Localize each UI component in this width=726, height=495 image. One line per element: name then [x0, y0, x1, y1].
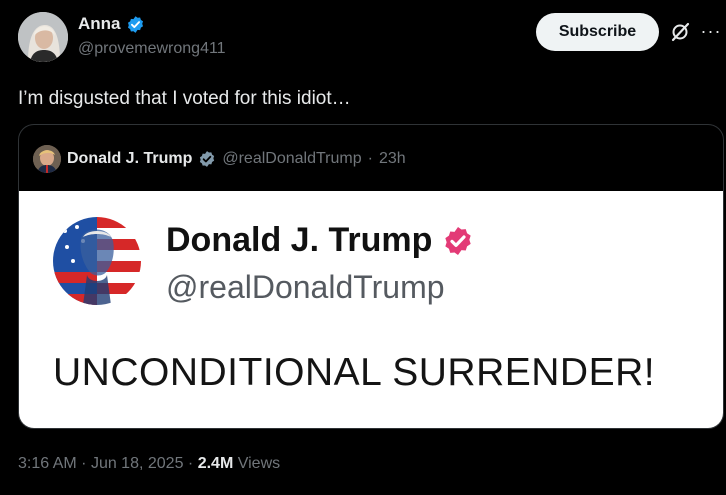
- post-meta: 3:16 AM · Jun 18, 2025 · 2.4M Views: [18, 455, 280, 473]
- views-label[interactable]: Views: [238, 455, 280, 472]
- image-author-avatar: [53, 217, 141, 305]
- post-text: I’m disgusted that I voted for this idio…: [18, 88, 351, 109]
- quoted-verified-badge-icon: [198, 150, 216, 168]
- post-date[interactable]: Jun 18, 2025: [91, 455, 184, 472]
- image-author-name: Donald J. Trump: [166, 221, 433, 259]
- image-verified-badge-icon: [442, 225, 474, 257]
- subscribe-button[interactable]: Subscribe: [536, 13, 659, 51]
- verified-badge-icon: [126, 15, 145, 34]
- author-handle[interactable]: @provemewrong411: [78, 40, 226, 58]
- quoted-post-card[interactable]: Donald J. Trump @realDonaldTrump · 23h D…: [18, 124, 724, 429]
- quoted-timestamp[interactable]: 23h: [379, 150, 406, 168]
- views-count[interactable]: 2.4M: [198, 455, 234, 472]
- author-avatar[interactable]: [18, 12, 68, 62]
- author-name-row[interactable]: Anna: [78, 14, 145, 34]
- quoted-author-avatar[interactable]: [33, 145, 61, 173]
- quoted-author-name[interactable]: Donald J. Trump: [67, 150, 192, 168]
- image-post-text: UNCONDITIONAL SURRENDER!: [53, 351, 656, 394]
- quoted-post-image[interactable]: Donald J. Trump @realDonaldTrump UNCONDI…: [19, 191, 723, 428]
- image-author-handle: @realDonaldTrump: [166, 269, 445, 305]
- more-icon[interactable]: ···: [700, 20, 722, 42]
- grok-icon[interactable]: [669, 21, 691, 43]
- post-time[interactable]: 3:16 AM: [18, 455, 77, 472]
- author-display-name[interactable]: Anna: [78, 14, 121, 34]
- image-name-row: Donald J. Trump: [166, 221, 474, 260]
- quoted-post-header: Donald J. Trump @realDonaldTrump · 23h: [33, 145, 406, 173]
- quoted-separator: ·: [367, 150, 373, 167]
- meta-separator: ·: [187, 455, 194, 472]
- quoted-author-handle[interactable]: @realDonaldTrump: [222, 150, 361, 168]
- meta-separator: ·: [81, 455, 87, 472]
